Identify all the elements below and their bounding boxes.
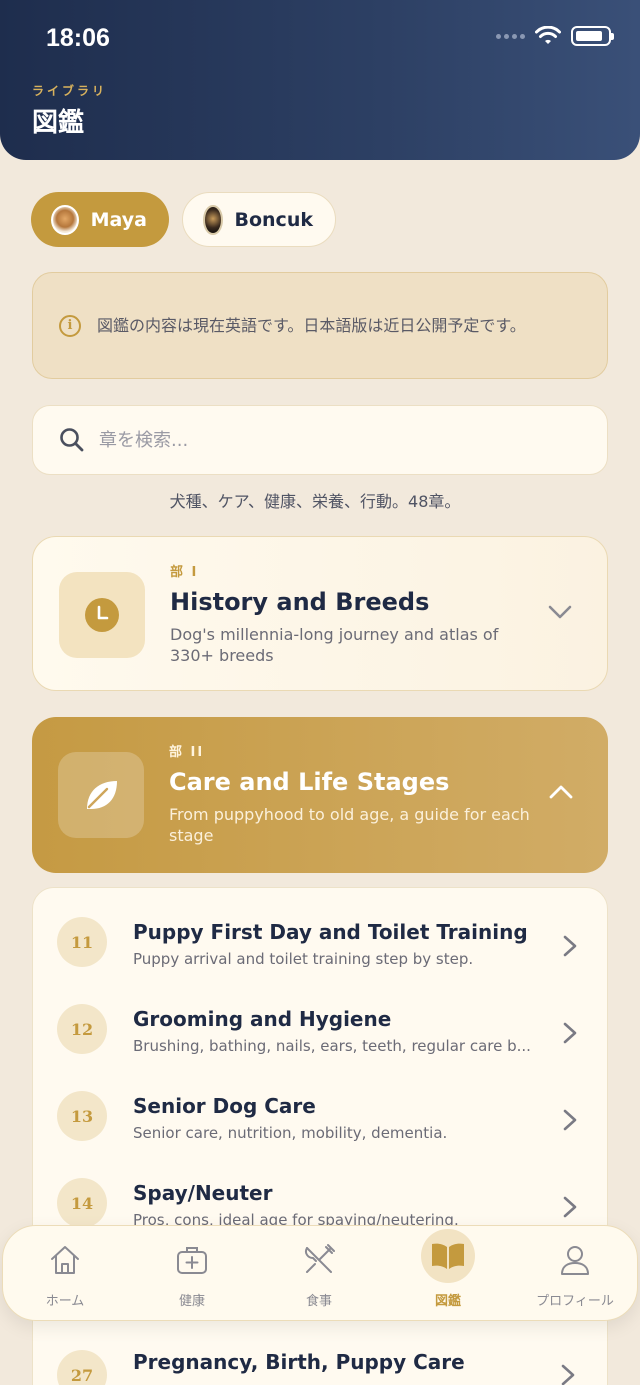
tab-home[interactable]: ホーム xyxy=(5,1226,125,1322)
wifi-icon xyxy=(535,26,561,44)
tab-food[interactable]: 食事 xyxy=(259,1226,379,1322)
signal-icon xyxy=(496,33,525,39)
status-time: 18:06 xyxy=(46,24,110,52)
part-card-history-and-breeds[interactable]: 部 I History and Breeds Dog's millennia-l… xyxy=(32,536,608,691)
pet-name: Boncuk xyxy=(234,208,314,231)
tab-label: 図鑑 xyxy=(434,1294,461,1309)
pet-chip-boncuk[interactable]: Boncuk xyxy=(182,192,336,247)
header-kicker: ライブラリ xyxy=(32,84,108,98)
search-icon xyxy=(60,428,84,452)
chevron-right-icon xyxy=(563,935,577,957)
part-label: 部 II xyxy=(169,745,205,760)
part-title: Care and Life Stages xyxy=(169,768,450,796)
chevron-right-icon xyxy=(563,1196,577,1218)
part-title: History and Breeds xyxy=(170,588,430,616)
tab-bar: ホーム 健康 食事 図鑑 プロフィール xyxy=(2,1225,638,1321)
chapter-title: Puppy First Day and Toilet Training xyxy=(133,920,528,944)
tab-health[interactable]: 健康 xyxy=(132,1226,252,1322)
pet-avatar xyxy=(203,204,223,235)
tab-profile[interactable]: プロフィール xyxy=(515,1226,635,1322)
pet-avatar xyxy=(51,204,79,235)
part-icon-box xyxy=(59,572,145,658)
chapter-title: Pregnancy, Birth, Puppy Care xyxy=(133,1350,465,1374)
chevron-down-icon xyxy=(548,605,572,619)
chapter-title: Spay/Neuter xyxy=(133,1181,273,1205)
page-title: 図鑑 xyxy=(32,108,85,138)
part-description: From puppyhood to old age, a guide for e… xyxy=(169,805,530,845)
home-icon xyxy=(45,1240,85,1280)
part-description: Dog's millennia-long journey and atlas o… xyxy=(170,625,499,665)
pet-chip-maya[interactable]: Maya xyxy=(31,192,169,247)
tab-label: ホーム xyxy=(45,1294,85,1309)
library-summary: 犬種、ケア、健康、栄養、行動。48章。 xyxy=(169,492,461,511)
part-label: 部 I xyxy=(170,565,199,580)
chevron-right-icon xyxy=(563,1022,577,1044)
tab-label: プロフィール xyxy=(536,1294,614,1309)
chapter-row[interactable]: 11 Puppy First Day and Toilet Training P… xyxy=(33,895,609,983)
chapter-number: 14 xyxy=(57,1178,107,1228)
medical-kit-icon xyxy=(172,1240,212,1280)
chapter-title: Grooming and Hygiene xyxy=(133,1007,392,1031)
chapter-number: 13 xyxy=(57,1091,107,1141)
chevron-right-icon xyxy=(561,1364,575,1385)
tab-library[interactable]: 図鑑 xyxy=(388,1226,508,1322)
leaf-icon xyxy=(87,781,117,809)
chapter-description: Brushing, bathing, nails, ears, teeth, r… xyxy=(133,1037,531,1055)
search-bar[interactable] xyxy=(32,405,608,475)
tab-label: 健康 xyxy=(178,1294,205,1309)
clock-icon xyxy=(85,598,119,632)
chapter-description: Puppy arrival and toilet training step b… xyxy=(133,950,474,968)
pet-name: Maya xyxy=(90,208,147,231)
info-icon: i xyxy=(59,314,81,337)
app-header: 18:06 ライブラリ 図鑑 xyxy=(0,0,640,160)
language-notice: i 図鑑の内容は現在英語です。日本語版は近日公開予定です。 xyxy=(32,272,608,379)
part-card-care-and-life-stages[interactable]: 部 II Care and Life Stages From puppyhood… xyxy=(32,717,608,873)
chapter-title: Senior Dog Care xyxy=(133,1094,316,1118)
book-icon xyxy=(421,1229,475,1283)
chevron-up-icon xyxy=(549,785,573,799)
fork-knife-icon xyxy=(299,1240,339,1280)
person-icon xyxy=(555,1240,595,1280)
chevron-right-icon xyxy=(563,1109,577,1131)
chapter-row[interactable]: 13 Senior Dog Care Senior care, nutritio… xyxy=(33,1069,609,1157)
status-icons xyxy=(496,26,614,46)
chapter-number: 12 xyxy=(57,1004,107,1054)
part-icon-box xyxy=(58,752,144,838)
battery-icon xyxy=(571,26,614,46)
tab-label: 食事 xyxy=(305,1294,332,1309)
chapter-number: 11 xyxy=(57,917,107,967)
chapter-row[interactable]: 27 Pregnancy, Birth, Puppy Care xyxy=(32,1322,608,1385)
chapter-row[interactable]: 12 Grooming and Hygiene Brushing, bathin… xyxy=(33,982,609,1070)
chapter-description: Senior care, nutrition, mobility, dement… xyxy=(133,1124,448,1142)
chapter-number: 27 xyxy=(57,1350,107,1385)
search-input[interactable] xyxy=(99,429,579,451)
notice-text: 図鑑の内容は現在英語です。日本語版は近日公開予定です。 xyxy=(97,315,526,335)
